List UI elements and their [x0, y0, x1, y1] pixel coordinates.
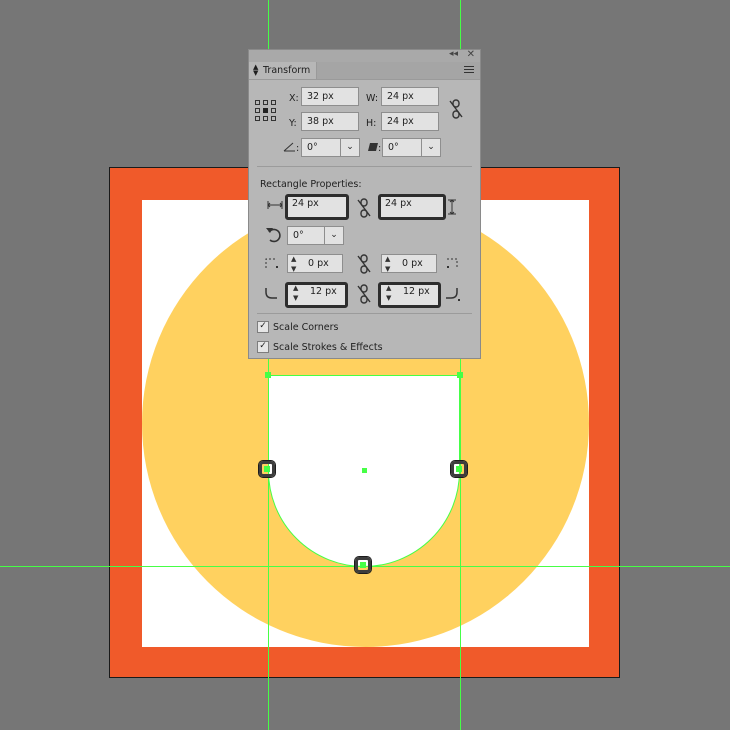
close-icon[interactable]: ✕ — [467, 49, 475, 60]
tab-transform-label: Transform — [263, 65, 311, 76]
scale-strokes-check-icon: ✓ — [259, 341, 267, 351]
w-field[interactable]: 24 px — [381, 87, 439, 106]
divider — [257, 166, 472, 167]
rect-height-field[interactable]: 24 px — [378, 194, 446, 220]
link-corners-icon[interactable] — [357, 254, 371, 274]
angle-colon: : — [296, 143, 300, 154]
scale-corners-label: Scale Corners — [273, 322, 339, 333]
link-dimensions-icon[interactable] — [357, 198, 371, 218]
anchor-bottom-selected[interactable] — [355, 557, 371, 573]
corner-top-left-stepper-icon[interactable]: ▲ ▼ — [291, 256, 296, 273]
constrain-proportions-icon[interactable] — [449, 99, 463, 119]
scale-corners-checkbox[interactable]: ✓ — [257, 321, 269, 333]
reference-point-icon[interactable] — [254, 99, 276, 121]
anchor-right-selected[interactable] — [451, 461, 467, 477]
rectangle-properties-label: Rectangle Properties: — [260, 179, 362, 190]
scale-strokes-label: Scale Strokes & Effects — [273, 342, 383, 353]
h-field[interactable]: 24 px — [381, 112, 439, 131]
corner-top-right-icon — [447, 258, 458, 268]
panel-tab-row: ▲ ▼ Transform — [249, 62, 480, 80]
y-label: Y: — [289, 118, 297, 129]
scale-corners-check-icon: ✓ — [259, 321, 267, 331]
corner-bottom-left-stepper-icon[interactable]: ▲ ▼ — [293, 285, 298, 302]
height-arrows-icon — [448, 199, 456, 215]
w-label: W: — [366, 93, 379, 104]
width-arrows-icon — [267, 201, 283, 209]
rotation-dropdown-chevron-icon[interactable]: ⌄ — [324, 226, 344, 245]
panel-topbar: ◂◂ ✕ — [249, 49, 480, 62]
anchor-top-left[interactable] — [265, 372, 271, 378]
corner-bottom-right-stepper-icon[interactable]: ▲ ▼ — [386, 285, 391, 302]
scale-strokes-checkbox[interactable]: ✓ — [257, 341, 269, 353]
collapse-icon[interactable]: ◂◂ — [449, 49, 458, 59]
corner-bottom-right-icon — [446, 288, 460, 301]
angle-icon — [283, 142, 295, 152]
rect-width-field[interactable]: 24 px — [285, 194, 349, 220]
y-field[interactable]: 38 px — [301, 112, 359, 131]
angle-dropdown-chevron-icon[interactable]: ⌄ — [340, 138, 360, 157]
transform-panel: ◂◂ ✕ ▲ ▼ Transform X: 32 px W: 24 px Y: 3… — [248, 49, 481, 359]
corner-top-right-stepper-icon[interactable]: ▲ ▼ — [385, 256, 390, 273]
corner-top-left-icon — [265, 258, 278, 268]
x-field[interactable]: 32 px — [301, 87, 359, 106]
shear-field[interactable]: 0° — [382, 138, 422, 157]
anchor-top-right[interactable] — [457, 372, 463, 378]
corner-bottom-left-icon — [265, 288, 277, 299]
tab-transform[interactable]: ▲ ▼ Transform — [249, 62, 317, 79]
center-point — [362, 468, 367, 473]
h-label: H: — [366, 118, 377, 129]
anchor-left-selected[interactable] — [259, 461, 275, 477]
shear-dropdown-chevron-icon[interactable]: ⌄ — [421, 138, 441, 157]
rotate-icon — [266, 228, 281, 243]
shear-colon: : — [378, 143, 382, 154]
x-label: X: — [289, 93, 299, 104]
rotation-field[interactable]: 0° — [287, 226, 325, 245]
panel-menu-icon[interactable] — [464, 66, 474, 75]
tab-toggle-icon[interactable]: ▲ ▼ — [253, 64, 258, 77]
divider-2 — [257, 313, 472, 314]
link-bottom-corners-icon[interactable] — [357, 284, 371, 304]
angle-field[interactable]: 0° — [301, 138, 341, 157]
